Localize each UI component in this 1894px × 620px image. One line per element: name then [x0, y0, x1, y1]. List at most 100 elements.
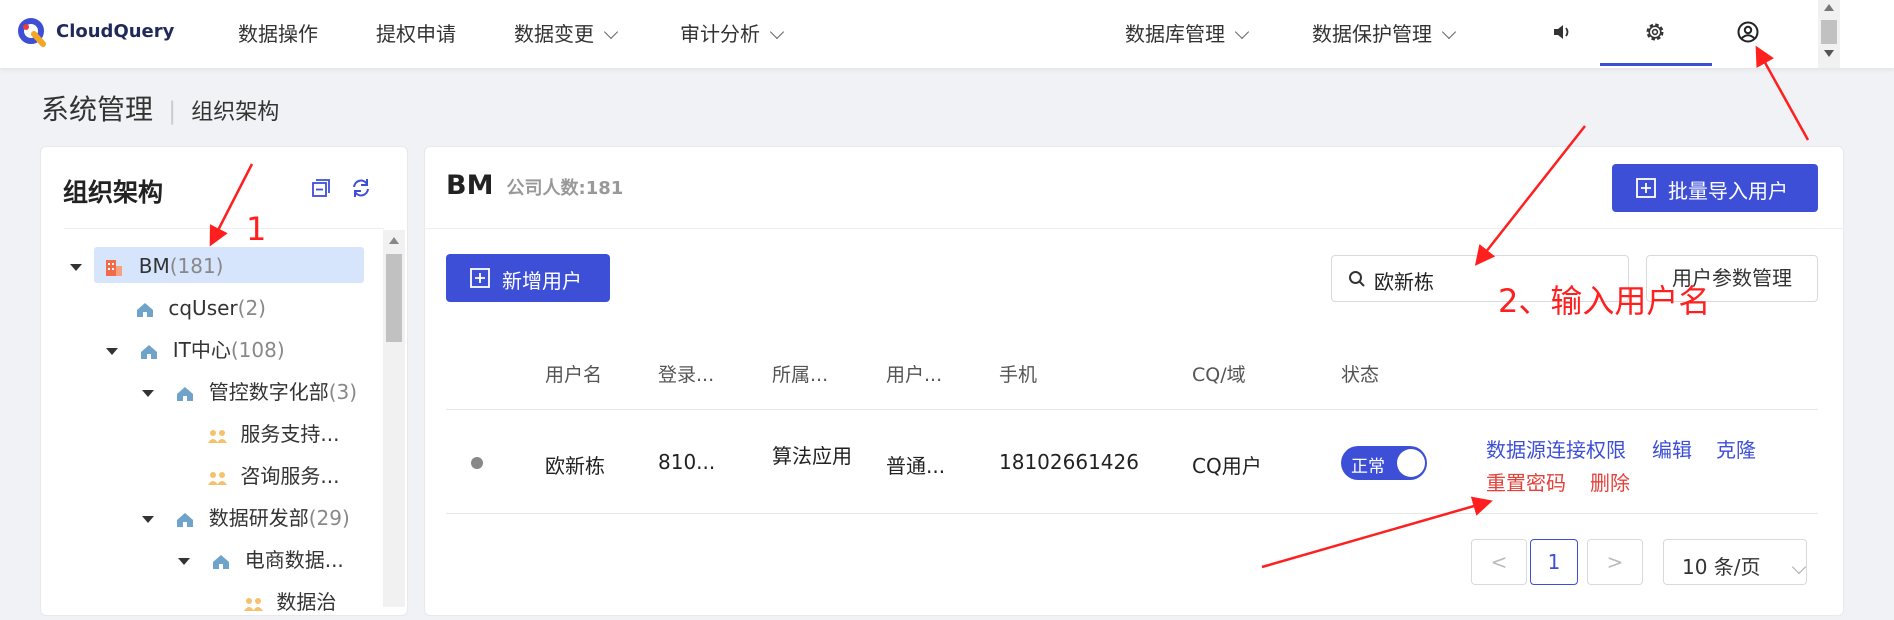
next-page-button[interactable]: > — [1587, 539, 1643, 585]
delete-link[interactable]: 删除 — [1590, 467, 1630, 496]
nav-data-change-label: 数据变更 — [514, 22, 594, 46]
logo-icon — [18, 18, 46, 47]
refresh-icon[interactable] — [350, 177, 372, 199]
group-icon — [244, 597, 263, 611]
nav-privilege-request[interactable]: 提权申请 — [376, 18, 456, 47]
tree-node-control-digital[interactable]: 管控数字化部(3) — [142, 374, 357, 410]
status-toggle-label: 正常 — [1351, 457, 1385, 477]
tree-node-it-center[interactable]: IT中心(108) — [106, 332, 285, 368]
clone-link[interactable]: 克隆 — [1716, 434, 1756, 463]
col-domain[interactable]: CQ/域 — [1192, 360, 1246, 387]
page-1-button[interactable]: 1 — [1530, 539, 1578, 585]
nav-data-operation[interactable]: 数据操作 — [238, 18, 318, 47]
cell-phone: 18102661426 — [999, 450, 1139, 474]
col-login[interactable]: 登录... — [658, 360, 714, 387]
tree-node-count: (2) — [237, 296, 266, 320]
page-scrollbar[interactable] — [1818, 0, 1840, 68]
tree-node-count: (3) — [328, 380, 358, 404]
collapse-all-icon[interactable] — [310, 177, 332, 199]
add-user-button[interactable]: 新增用户 — [446, 254, 610, 302]
annotation-2: 2、输入用户名 — [1498, 282, 1711, 320]
online-status-dot — [471, 457, 483, 469]
page-size-value: 10 条/页 — [1682, 555, 1761, 579]
caret-down-icon — [178, 558, 190, 565]
plus-square-icon — [470, 268, 490, 288]
cell-domain: CQ用户 — [1192, 454, 1262, 478]
company-icon — [106, 259, 123, 276]
col-username[interactable]: 用户名 — [545, 360, 602, 387]
divider — [446, 513, 1818, 514]
search-icon — [1349, 271, 1365, 287]
cell-dept: 算法应用 — [772, 444, 852, 468]
caret-down-icon — [106, 348, 118, 355]
user-icon[interactable] — [1736, 20, 1760, 44]
tree-node-data-rd[interactable]: 数据研发部(29) — [142, 500, 350, 536]
chevron-down-icon — [1234, 24, 1250, 40]
batch-import-button[interactable]: 批量导入用户 — [1612, 164, 1818, 212]
breadcrumb: 系统管理 | 组织架构 — [41, 88, 279, 128]
nav-data-protection[interactable]: 数据保护管理 — [1312, 18, 1457, 47]
toggle-knob — [1397, 449, 1425, 477]
tree-node-cquser[interactable]: cqUser(2) — [136, 290, 266, 326]
tree-node-label: 数据研发部 — [208, 506, 309, 530]
divider — [64, 228, 384, 229]
col-phone[interactable]: 手机 — [999, 360, 1037, 387]
tree-node-count: (29) — [308, 506, 350, 530]
tree-node-label: 服务支持... — [240, 422, 340, 446]
cell-login: 810... — [658, 450, 716, 474]
chevron-down-icon — [603, 24, 619, 40]
chevron-down-icon — [1791, 559, 1807, 575]
edit-link[interactable]: 编辑 — [1652, 434, 1692, 463]
prev-page-button[interactable]: < — [1471, 539, 1527, 585]
caret-down-icon — [142, 516, 154, 523]
tree-node-label: BM — [138, 254, 170, 278]
tree-node-bm[interactable]: BM(181) — [70, 248, 223, 284]
col-dept[interactable]: 所属... — [772, 360, 828, 387]
gear-icon[interactable] — [1643, 20, 1667, 44]
page-size-select[interactable]: 10 条/页 — [1663, 539, 1807, 585]
nav-data-protection-label: 数据保护管理 — [1312, 22, 1432, 46]
tree-node-count: (108) — [230, 338, 285, 362]
panel-title: BM — [446, 170, 494, 201]
tree-scrollbar[interactable] — [383, 230, 405, 607]
nav-audit-analysis-label: 审计分析 — [680, 22, 760, 46]
home-icon — [213, 554, 230, 569]
reset-password-link[interactable]: 重置密码 — [1486, 467, 1566, 496]
tree-node-consulting[interactable]: 咨询服务... — [208, 458, 339, 494]
tree-node-data-governance[interactable]: 数据治 — [244, 584, 336, 620]
breadcrumb-main[interactable]: 系统管理 — [41, 93, 153, 126]
add-user-label: 新增用户 — [502, 269, 582, 293]
tree-node-service-support[interactable]: 服务支持... — [208, 416, 339, 452]
tree-node-label: 数据治 — [276, 590, 337, 614]
col-status[interactable]: 状态 — [1341, 360, 1379, 387]
tree-title: 组织架构 — [63, 178, 164, 207]
status-toggle[interactable]: 正常 — [1341, 446, 1427, 480]
search-value: 欧新栋 — [1374, 270, 1434, 294]
tree-node-label: IT中心 — [172, 338, 231, 362]
col-role[interactable]: 用户... — [886, 360, 942, 387]
cell-username: 欧新栋 — [545, 454, 605, 478]
company-count: 公司人数:181 — [506, 178, 624, 199]
tree-node-count: (181) — [169, 254, 224, 278]
plus-square-icon — [1636, 178, 1656, 198]
caret-down-icon — [70, 264, 82, 271]
nav-database-management[interactable]: 数据库管理 — [1125, 18, 1250, 47]
nav-audit-analysis[interactable]: 审计分析 — [680, 18, 785, 47]
batch-import-label: 批量导入用户 — [1668, 179, 1788, 203]
home-icon — [137, 302, 153, 317]
group-icon — [208, 429, 227, 443]
nav-database-management-label: 数据库管理 — [1125, 22, 1225, 46]
nav-data-change[interactable]: 数据变更 — [514, 18, 619, 47]
logo-text: CloudQuery — [56, 21, 175, 42]
tree-node-label: 咨询服务... — [240, 464, 340, 488]
cell-role: 普通... — [886, 454, 946, 478]
speaker-icon[interactable] — [1550, 20, 1574, 44]
top-nav: CloudQuery 数据操作 提权申请 数据变更 审计分析 数据库管理 数据保… — [0, 0, 1894, 68]
caret-down-icon — [142, 390, 154, 397]
tree-node-ecommerce-data[interactable]: 电商数据... — [178, 542, 344, 578]
annotation-1: 1 — [246, 210, 267, 248]
divider — [424, 228, 1844, 229]
logo[interactable]: CloudQuery — [18, 18, 174, 52]
connection-permission-link[interactable]: 数据源连接权限 — [1486, 434, 1626, 463]
home-icon — [141, 344, 158, 359]
